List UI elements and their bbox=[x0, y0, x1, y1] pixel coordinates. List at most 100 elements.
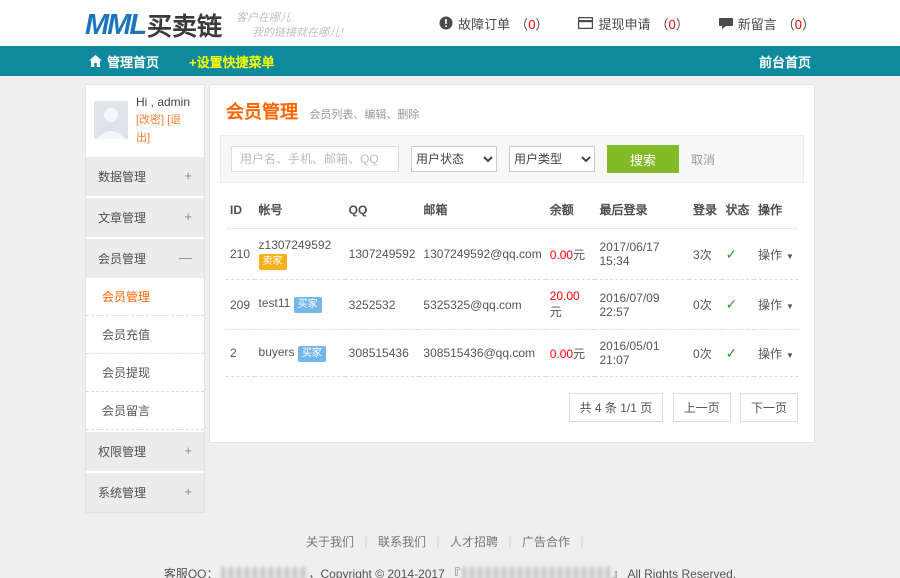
buyer-badge: 买家 bbox=[298, 346, 326, 362]
nav-set-quick-menu[interactable]: +设置快捷菜单 bbox=[189, 52, 275, 71]
change-password-link[interactable]: [改密] bbox=[136, 114, 164, 126]
cell-qq: 3252532 bbox=[345, 280, 420, 330]
cell-account: z1307249592 卖家 bbox=[255, 229, 345, 280]
pagination-summary: 共 4 条 1/1 页 bbox=[569, 393, 664, 422]
footer: 关于我们联系我们人才招聘广告合作 客服QQ：，Copyright © 2014-… bbox=[0, 533, 900, 578]
redacted-service-qq bbox=[221, 567, 307, 578]
fault-order-count: 0 bbox=[528, 17, 535, 32]
page-subtitle: 会员列表、编辑、删除 bbox=[309, 109, 419, 121]
header-menu: 故障订单 0 提现申请 0 新留言 0 bbox=[439, 14, 815, 33]
table-row: 2 buyers 买家 308515436 308515436@qq.com 0… bbox=[226, 330, 798, 377]
cell-balance: 0.00元 bbox=[546, 229, 596, 280]
cell-email: 1307249592@qq.com bbox=[419, 229, 545, 280]
table-row: 210 z1307249592 卖家 1307249592 1307249592… bbox=[226, 229, 798, 280]
chevron-down-icon bbox=[786, 302, 794, 311]
table-row: 209 test11 买家 3252532 5325325@qq.com 20.… bbox=[226, 280, 798, 330]
cell-email: 308515436@qq.com bbox=[419, 330, 545, 377]
home-icon bbox=[89, 55, 102, 67]
footer-link-ads[interactable]: 广告合作 bbox=[522, 535, 594, 549]
copyright-line: 客服QQ：，Copyright © 2014-2017 『』 All Right… bbox=[0, 565, 900, 578]
collapse-icon: — bbox=[179, 250, 192, 267]
cell-balance: 0.00元 bbox=[546, 330, 596, 377]
chevron-down-icon bbox=[786, 351, 794, 360]
expand-icon: + bbox=[184, 209, 192, 226]
search-input[interactable] bbox=[231, 146, 399, 172]
member-management-panel: 会员管理 会员列表、编辑、删除 用户状态 用户类型 搜索 取消 ID 帐号 QQ… bbox=[209, 84, 815, 443]
main-navbar: 管理首页 +设置快捷菜单 前台首页 bbox=[0, 46, 900, 76]
prev-page-button[interactable]: 上一页 bbox=[673, 393, 731, 422]
fault-orders-link[interactable]: 故障订单 0 bbox=[439, 14, 548, 33]
row-action-dropdown[interactable]: 操作 bbox=[754, 280, 798, 330]
withdraw-requests-link[interactable]: 提现申请 0 bbox=[578, 14, 688, 33]
cell-last-login: 2017/06/17 15:34 bbox=[595, 229, 689, 280]
user-status-select[interactable]: 用户状态 bbox=[411, 146, 497, 172]
sidebar-item-member-recharge[interactable]: 会员充值 bbox=[86, 316, 204, 354]
withdraw-request-count: 0 bbox=[668, 17, 675, 32]
nav-front-home[interactable]: 前台首页 bbox=[759, 52, 815, 71]
nav-admin-home[interactable]: 管理首页 bbox=[85, 52, 159, 71]
search-bar: 用户状态 用户类型 搜索 取消 bbox=[220, 135, 804, 183]
pagination: 共 4 条 1/1 页 上一页 下一页 bbox=[226, 393, 798, 422]
cell-email: 5325325@qq.com bbox=[419, 280, 545, 330]
expand-icon: + bbox=[184, 443, 192, 460]
avatar bbox=[94, 101, 128, 139]
cell-qq: 308515436 bbox=[345, 330, 420, 377]
page-title: 会员管理 bbox=[226, 102, 298, 122]
sidebar: Hi , admin [改密][退出] 数据管理 + 文章管理 + 会员管理 —… bbox=[85, 84, 205, 513]
expand-icon: + bbox=[184, 168, 192, 185]
user-panel: Hi , admin [改密][退出] bbox=[86, 85, 204, 155]
sidebar-group-article[interactable]: 文章管理 + bbox=[86, 198, 204, 237]
footer-link-about[interactable]: 关于我们 bbox=[306, 535, 378, 549]
sidebar-item-member-message[interactable]: 会员留言 bbox=[86, 392, 204, 430]
withdraw-request-icon bbox=[578, 17, 593, 29]
seller-badge: 卖家 bbox=[259, 254, 287, 270]
cell-account: buyers 买家 bbox=[255, 330, 345, 377]
cell-login-count: 0次 bbox=[689, 330, 722, 377]
logo-mml-text: MML bbox=[85, 11, 145, 40]
status-check-icon: ✓ bbox=[726, 345, 738, 361]
sidebar-group-member[interactable]: 会员管理 — bbox=[86, 239, 204, 278]
cell-login-count: 0次 bbox=[689, 280, 722, 330]
cell-balance: 20.00元 bbox=[546, 280, 596, 330]
top-header: MML 买卖链 客户在哪儿 我的链接就在哪儿! 故障订单 0 提现申请 0 bbox=[0, 0, 900, 46]
row-action-dropdown[interactable]: 操作 bbox=[754, 330, 798, 377]
cell-account: test11 买家 bbox=[255, 280, 345, 330]
logo-slogan: 客户在哪儿 我的链接就在哪儿! bbox=[236, 6, 344, 41]
next-page-button[interactable]: 下一页 bbox=[740, 393, 798, 422]
sidebar-group-permission[interactable]: 权限管理 + bbox=[86, 432, 204, 471]
status-check-icon: ✓ bbox=[726, 296, 738, 312]
cell-id: 209 bbox=[226, 280, 255, 330]
chevron-down-icon bbox=[786, 252, 794, 261]
cell-login-count: 3次 bbox=[689, 229, 722, 280]
cancel-link[interactable]: 取消 bbox=[691, 151, 715, 168]
cell-status: ✓ bbox=[722, 280, 755, 330]
site-logo[interactable]: MML 买卖链 客户在哪儿 我的链接就在哪儿! bbox=[85, 6, 344, 41]
fault-order-icon bbox=[439, 16, 453, 30]
search-button[interactable]: 搜索 bbox=[607, 145, 679, 173]
cell-last-login: 2016/07/09 22:57 bbox=[595, 280, 689, 330]
user-type-select[interactable]: 用户类型 bbox=[509, 146, 595, 172]
sidebar-group-system[interactable]: 系统管理 + bbox=[86, 473, 204, 512]
footer-link-jobs[interactable]: 人才招聘 bbox=[450, 535, 522, 549]
new-message-count: 0 bbox=[795, 17, 802, 32]
redacted-company-name bbox=[462, 567, 610, 578]
cell-last-login: 2016/05/01 21:07 bbox=[595, 330, 689, 377]
footer-link-contact[interactable]: 联系我们 bbox=[378, 535, 450, 549]
sidebar-item-member-manage[interactable]: 会员管理 bbox=[86, 278, 204, 316]
user-greeting: Hi , admin bbox=[136, 93, 196, 112]
cell-status: ✓ bbox=[722, 330, 755, 377]
new-messages-link[interactable]: 新留言 0 bbox=[719, 14, 815, 33]
table-header-row: ID 帐号 QQ 邮箱 余额 最后登录 登录 状态 操作 bbox=[226, 189, 798, 229]
status-check-icon: ✓ bbox=[726, 246, 738, 262]
sidebar-group-data[interactable]: 数据管理 + bbox=[86, 157, 204, 196]
footer-links: 关于我们联系我们人才招聘广告合作 bbox=[0, 533, 900, 550]
cell-id: 2 bbox=[226, 330, 255, 377]
cell-status: ✓ bbox=[722, 229, 755, 280]
sidebar-item-member-withdraw[interactable]: 会员提现 bbox=[86, 354, 204, 392]
expand-icon: + bbox=[184, 484, 192, 501]
member-table: ID 帐号 QQ 邮箱 余额 最后登录 登录 状态 操作 210 z130724… bbox=[226, 189, 798, 377]
logo-site-name: 买卖链 bbox=[147, 15, 222, 40]
row-action-dropdown[interactable]: 操作 bbox=[754, 229, 798, 280]
cell-qq: 1307249592 bbox=[345, 229, 420, 280]
cell-id: 210 bbox=[226, 229, 255, 280]
